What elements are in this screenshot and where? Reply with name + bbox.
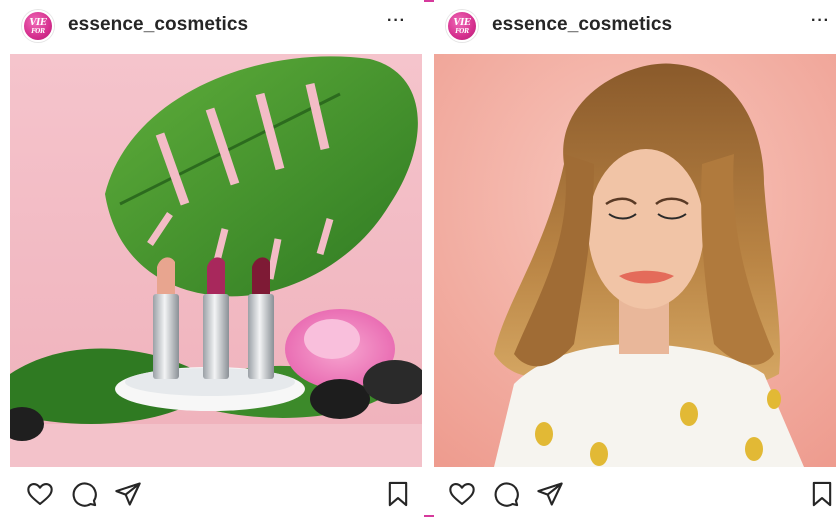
post-header: VIE FOR essence_cosmetics ···: [434, 0, 836, 54]
more-options-button[interactable]: ···: [387, 12, 406, 30]
post-card: VIE FOR essence_cosmetics ···: [0, 0, 424, 517]
heart-icon: [27, 483, 53, 505]
username-link[interactable]: essence_cosmetics: [492, 14, 672, 36]
paper-plane-icon: [537, 482, 563, 506]
more-options-button[interactable]: ···: [811, 12, 830, 30]
comment-button[interactable]: [70, 480, 98, 508]
avatar-logo-subtext: FOR: [31, 28, 45, 35]
share-button[interactable]: [114, 480, 142, 508]
avatar[interactable]: VIE FOR: [446, 10, 478, 42]
save-button[interactable]: [384, 480, 412, 508]
post-actions: [0, 476, 424, 512]
username-link[interactable]: essence_cosmetics: [68, 14, 248, 36]
bookmark-icon: [388, 481, 408, 507]
lipstick-photo: [10, 54, 422, 467]
comment-button[interactable]: [492, 480, 520, 508]
post-image[interactable]: [434, 54, 836, 467]
paper-plane-icon: [115, 482, 141, 506]
post-card: VIE FOR essence_cosmetics ···: [434, 0, 836, 517]
avatar[interactable]: VIE FOR: [22, 10, 54, 42]
bookmark-icon: [812, 481, 832, 507]
post-image[interactable]: [10, 54, 422, 467]
model-photo: [434, 54, 836, 467]
avatar-logo-text: VIE: [29, 18, 47, 28]
avatar-logo-subtext: FOR: [455, 28, 469, 35]
avatar-logo-text: VIE: [453, 18, 471, 28]
comment-bubble-icon: [72, 482, 97, 507]
heart-icon: [449, 483, 475, 505]
post-actions: [434, 476, 836, 512]
face: [588, 149, 704, 309]
like-button[interactable]: [448, 480, 476, 508]
save-button[interactable]: [808, 480, 836, 508]
like-button[interactable]: [26, 480, 54, 508]
share-button[interactable]: [536, 480, 564, 508]
post-header: VIE FOR essence_cosmetics ···: [0, 0, 424, 54]
comment-bubble-icon: [494, 482, 519, 507]
